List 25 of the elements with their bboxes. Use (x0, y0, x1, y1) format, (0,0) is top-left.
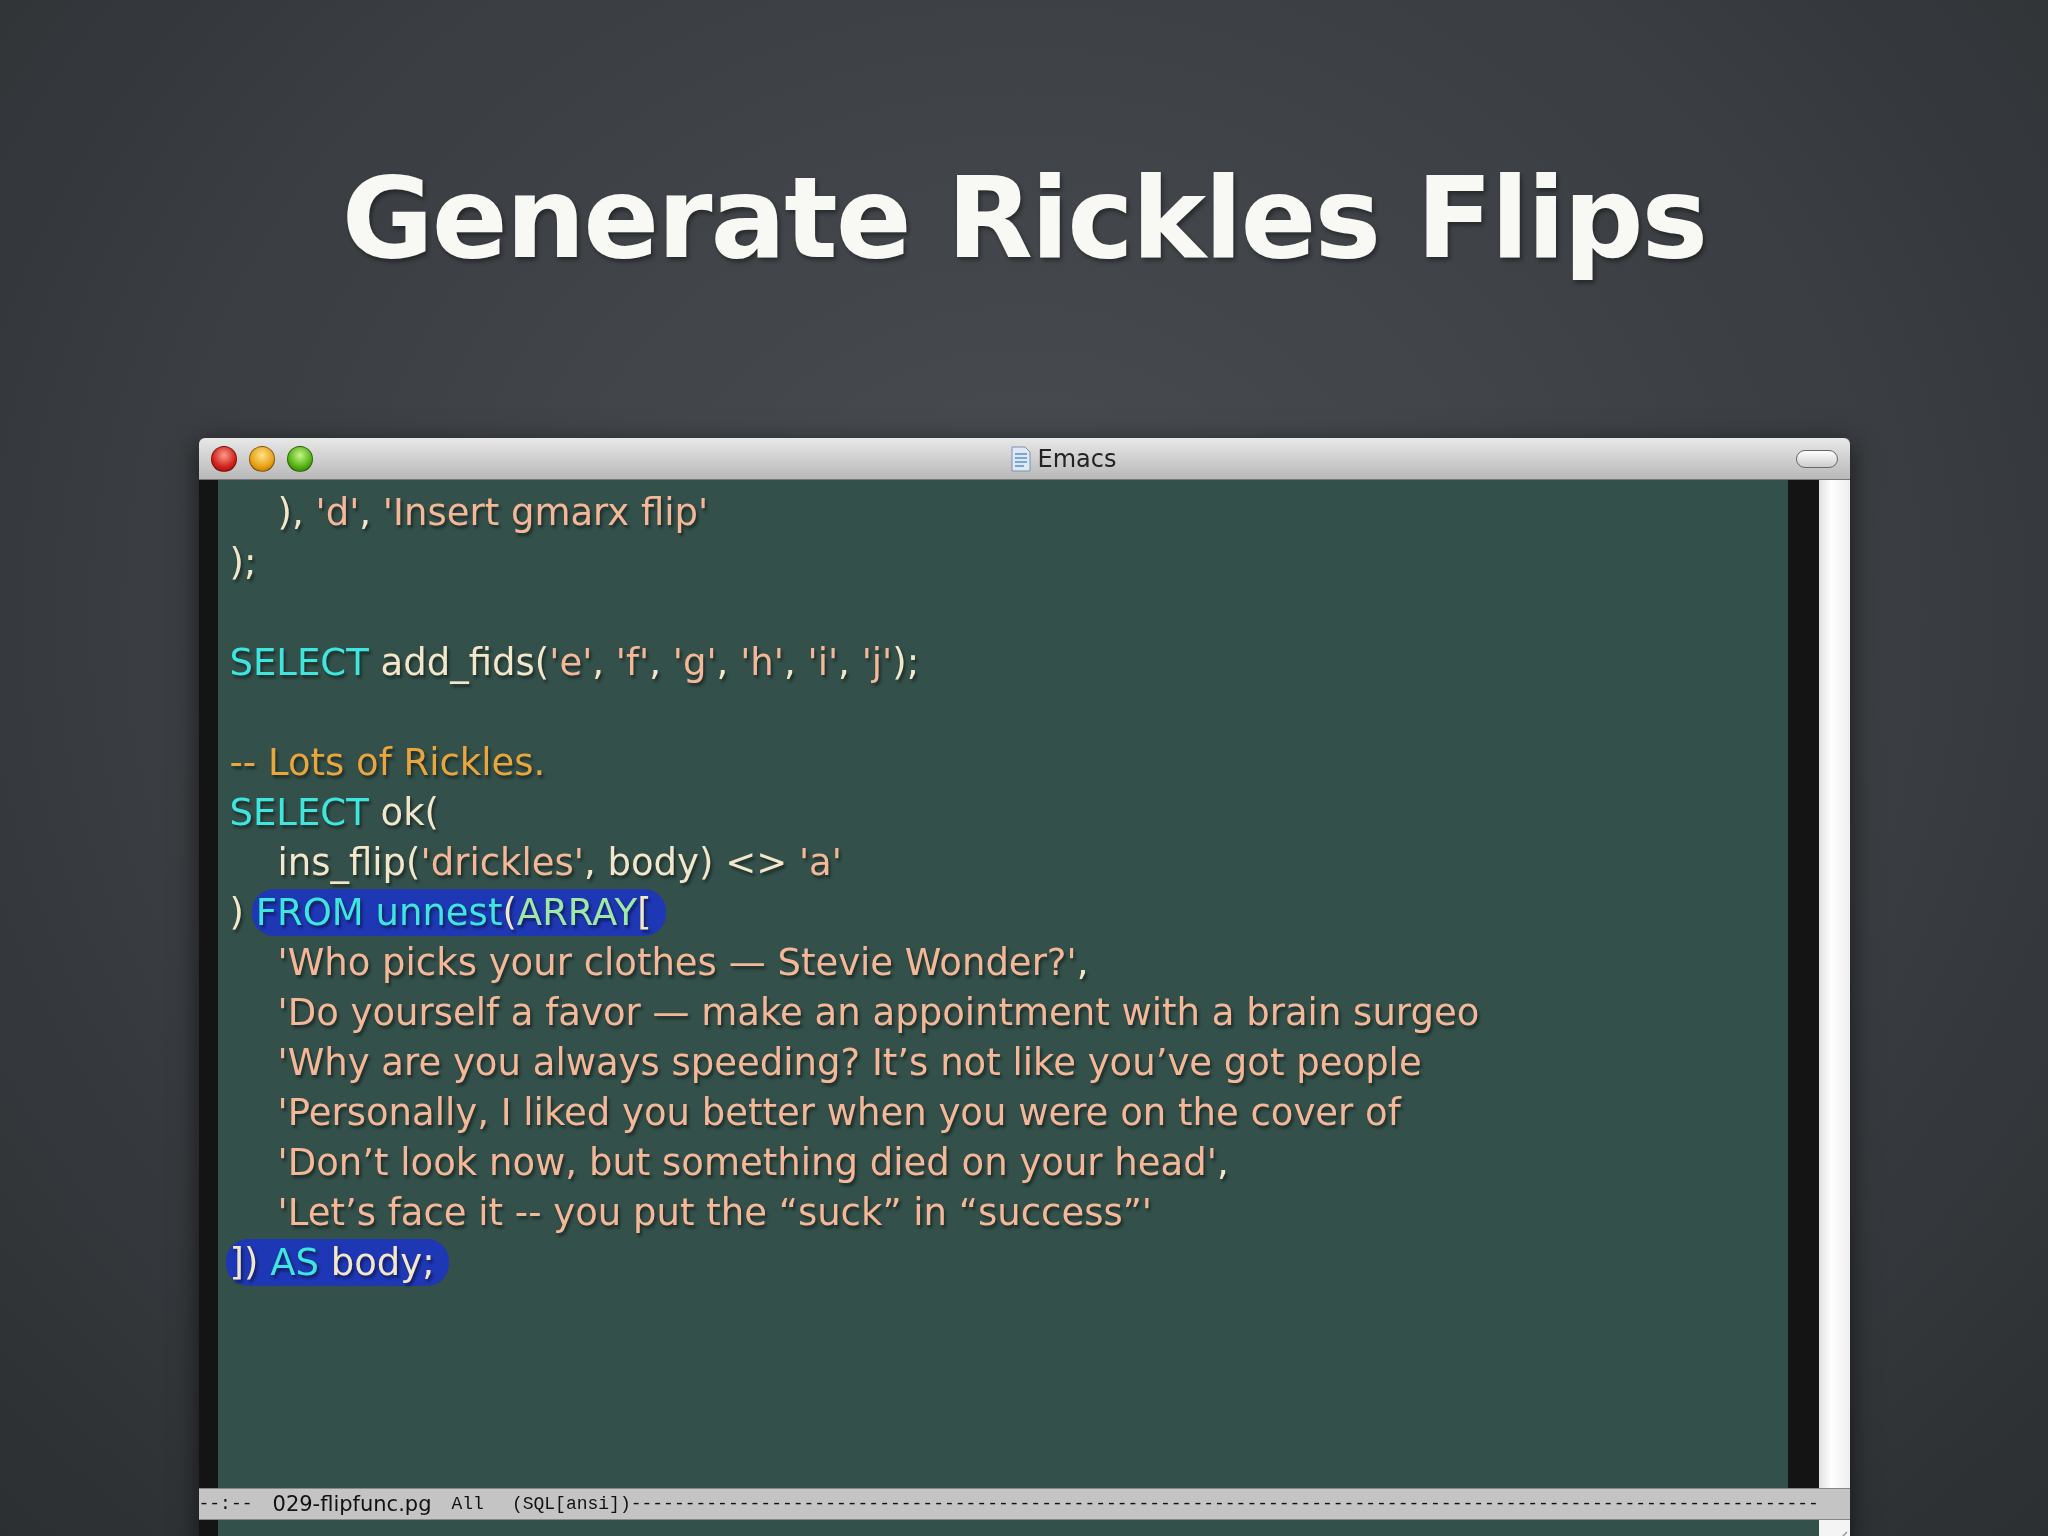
slide-title: Generate Rickles Flips (341, 152, 1707, 285)
code-line: SELECT add_fids('e', 'f', 'g', 'h', 'i', 'j'); (228, 640, 920, 686)
code-line: 'Let’s face it -- you put the “suck” in “success”' (276, 1190, 1153, 1236)
major-mode: (SQL[ansi]) (511, 1494, 631, 1514)
code-line: 'Do yourself a favor — make an appointment with a brain surgeo (276, 990, 1480, 1036)
zoom-button[interactable] (286, 445, 313, 472)
mode-line-fill: -------------------------------------------------------------------------------------------------------------- (630, 1494, 1819, 1514)
code-line: 'Don’t look now, but something died on your head', (276, 1140, 1229, 1186)
code-line: SELECT ok( (228, 790, 440, 836)
buffer-position: All (451, 1494, 484, 1514)
code-line: 'Why are you always speeding? It’s not like you’ve got people (276, 1040, 1422, 1086)
document-icon (1009, 445, 1032, 472)
code-line: ); (228, 540, 257, 586)
close-button[interactable] (210, 445, 237, 472)
scroll-bar[interactable] (1818, 480, 1850, 1488)
minimize-button[interactable] (248, 445, 275, 472)
mode-line-status: --:-- (198, 1494, 253, 1514)
toolbar-toggle-button[interactable] (1795, 449, 1838, 468)
code-line: -- Lots of Rickles. (228, 740, 546, 786)
code-line: ), 'd', 'Insert gmarx flip' (276, 490, 709, 536)
code-line: ins_flip('drickles', body) <> 'a' (276, 840, 842, 886)
code-line: 'Personally, I liked you better when you were on the cover of (276, 1090, 1401, 1136)
code-line: 'Who picks your clothes — Stevie Wonder?', (276, 940, 1089, 986)
buffer-name: 029-flipfunc.pg (272, 1492, 432, 1516)
window-title: Emacs (1037, 444, 1117, 473)
